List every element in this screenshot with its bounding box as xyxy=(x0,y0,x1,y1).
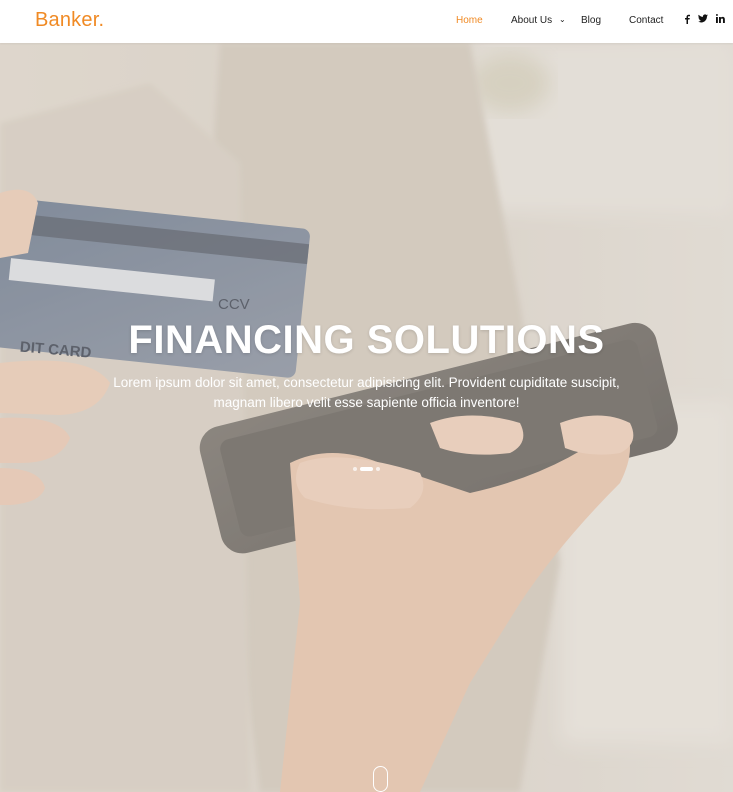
facebook-icon[interactable] xyxy=(684,14,690,24)
nav-blog[interactable]: Blog xyxy=(581,15,601,26)
nav-contact[interactable]: Contact xyxy=(629,15,663,26)
twitter-icon[interactable] xyxy=(698,14,708,23)
chevron-down-icon[interactable]: ⌄ xyxy=(559,15,566,24)
slider-dot-1[interactable] xyxy=(353,467,357,471)
hero-subtitle-line-2: magnam libero velit esse sapiente offici… xyxy=(213,395,520,410)
scroll-down-mouse-icon[interactable] xyxy=(373,766,388,792)
linkedin-icon[interactable] xyxy=(716,14,725,23)
slider-dot-2[interactable] xyxy=(360,467,373,471)
slider-dot-3[interactable] xyxy=(376,467,380,471)
hero-title: FINANCING SOLUTIONS xyxy=(128,318,605,362)
hero-slider: CCV DIT CARD FINANCING SOLUTIONS Lorem i… xyxy=(0,43,733,792)
nav-about-us[interactable]: About Us xyxy=(511,15,552,26)
hero-overlay xyxy=(0,43,733,792)
nav-home[interactable]: Home xyxy=(456,15,483,26)
hero-subtitle-line-1: Lorem ipsum dolor sit amet, consectetur … xyxy=(113,375,620,390)
slider-dots xyxy=(0,467,733,471)
main-nav: Home About Us ⌄ Blog Contact xyxy=(0,0,733,43)
navbar: Banker. Home About Us ⌄ Blog Contact xyxy=(0,0,733,43)
hero-subtitle: Lorem ipsum dolor sit amet, consectetur … xyxy=(100,373,633,413)
